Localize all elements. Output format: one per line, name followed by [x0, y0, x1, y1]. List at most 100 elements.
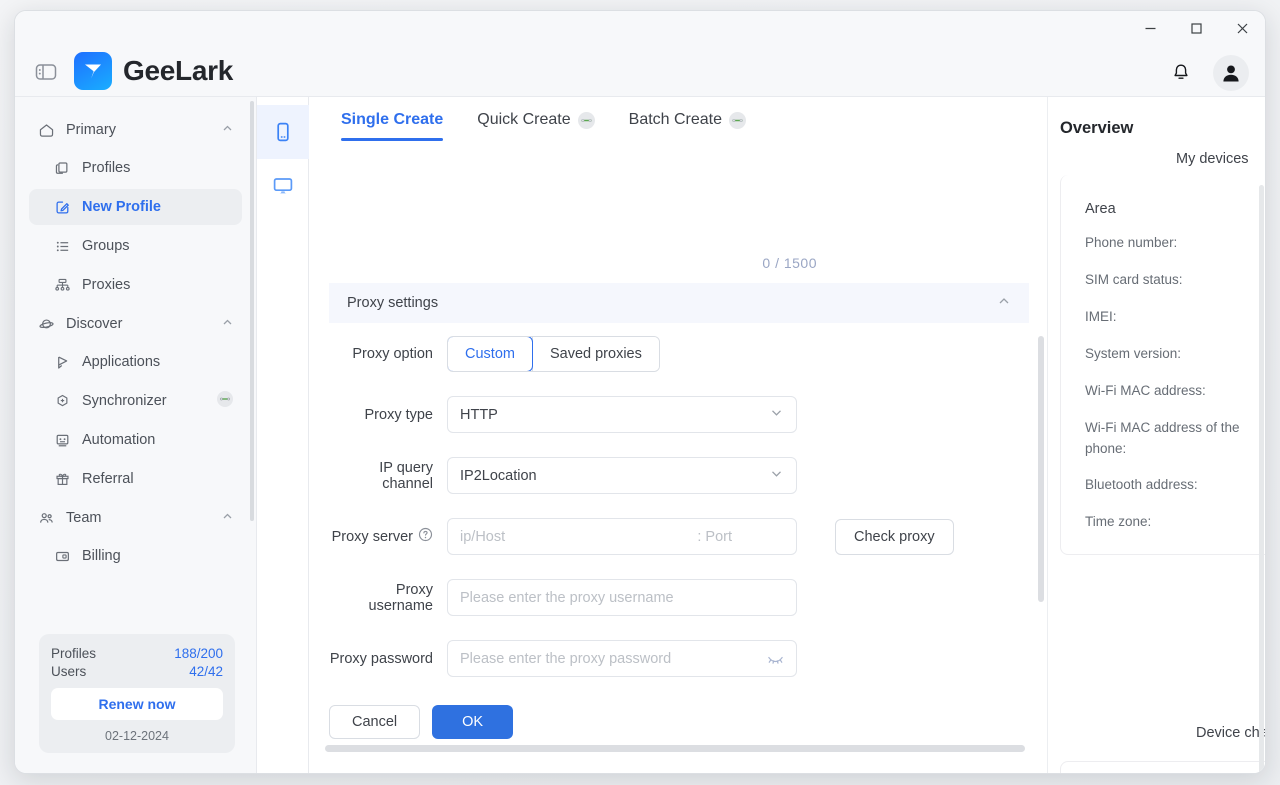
proxy-type-label: Proxy type: [364, 406, 434, 423]
form-row-proxy-username: Proxy username Please enter the proxy us…: [309, 567, 1047, 628]
section-title: Proxy settings: [347, 295, 439, 311]
overview-field-imei: IMEI:: [1085, 308, 1117, 324]
user-avatar-icon[interactable]: [1213, 55, 1249, 91]
proxy-settings-form: Proxy option Custom Saved proxies Proxy …: [309, 323, 1047, 750]
overview-field-time-zone: Time zone:: [1085, 514, 1152, 530]
overview-field-wifi-mac: Wi-Fi MAC address:: [1085, 382, 1206, 398]
apps-icon: [53, 353, 71, 371]
sidebar-group-primary[interactable]: Primary: [29, 113, 242, 147]
sidebar-item-applications[interactable]: Applications: [29, 344, 242, 380]
new-badge: [216, 390, 234, 412]
overview-field-system-version: System version:: [1085, 345, 1182, 361]
edit-square-icon: [53, 198, 71, 216]
tab-batch-create[interactable]: Batch Create: [629, 111, 747, 141]
close-icon[interactable]: [1219, 11, 1265, 45]
sidebar-item-automation[interactable]: Automation: [29, 422, 242, 458]
quota-users-value: 42/42: [189, 664, 223, 679]
device-charging-card: [1060, 761, 1265, 773]
phone-icon[interactable]: [257, 105, 309, 159]
sidebar-group-team[interactable]: Team: [29, 501, 242, 535]
quota-card: Profiles 188/200 Users 42/42 Renew now 0…: [39, 634, 235, 753]
quota-expiry-date: 02-12-2024: [105, 729, 169, 743]
tab-quick-create[interactable]: Quick Create: [477, 111, 595, 141]
team-icon: [37, 509, 55, 527]
sidebar-item-label: Automation: [82, 432, 156, 448]
title-bar: GeeLark: [15, 11, 1265, 97]
ip-query-channel-select[interactable]: IP2Location: [447, 457, 797, 494]
ok-button[interactable]: OK: [432, 705, 514, 739]
main-scrollbar[interactable]: [1038, 336, 1044, 602]
sidebar-item-profiles[interactable]: Profiles: [29, 150, 242, 186]
screen-root: GeeLark Primary Profiles New Profile Gro…: [0, 0, 1280, 785]
ip-query-channel-label: IP query channel: [379, 459, 433, 492]
proxy-server-port-placeholder: : Port: [697, 528, 732, 545]
sidebar-item-label: Profiles: [82, 160, 131, 176]
proxy-server-label: Proxy server: [329, 527, 447, 546]
tab-single-create[interactable]: Single Create: [341, 111, 444, 141]
question-circle-icon[interactable]: [418, 527, 433, 546]
sidebar-scrollbar[interactable]: [250, 101, 254, 521]
sidebar-item-proxies[interactable]: Proxies: [29, 267, 242, 303]
create-tabs: Single Create Quick Create Batch Create: [309, 97, 1047, 153]
geelark-logo-icon: [74, 52, 112, 90]
sync-icon: [53, 392, 71, 410]
section-header-proxy-settings[interactable]: Proxy settings: [329, 283, 1029, 323]
proxy-option-label: Proxy option: [352, 345, 433, 362]
bell-icon[interactable]: [1163, 55, 1199, 91]
sidebar-item-label: New Profile: [82, 199, 161, 215]
chevron-down-icon: [769, 466, 784, 485]
horizontal-scrollbar-thumb[interactable]: [325, 745, 1025, 752]
card-icon: [53, 547, 71, 565]
overview-scrollbar[interactable]: [1259, 185, 1264, 773]
proxy-password-input[interactable]: Please enter the proxy password: [447, 640, 797, 677]
proxy-server-label-text: Proxy server: [331, 528, 413, 545]
sidebar-item-new-profile[interactable]: New Profile: [29, 189, 242, 225]
renew-now-button[interactable]: Renew now: [51, 688, 223, 720]
overview-panel: Overview My devices Area Phone number: S…: [1047, 97, 1265, 773]
proxy-server-host-placeholder: ip/Host: [460, 528, 506, 545]
sidebar-nav: Primary Profiles New Profile Groups Prox…: [15, 97, 256, 615]
device-info-card: Area Phone number: SIM card status: IMEI…: [1060, 175, 1265, 555]
sidebar-item-groups[interactable]: Groups: [29, 228, 242, 264]
proxy-type-value: HTTP: [460, 406, 498, 423]
sidebar-group-label: Team: [66, 510, 102, 526]
proxy-option-saved[interactable]: Saved proxies: [531, 336, 659, 371]
sidebar-item-label: Proxies: [82, 277, 131, 293]
maximize-icon[interactable]: [1173, 11, 1219, 45]
proxy-server-input[interactable]: ip/Host : Port: [447, 518, 797, 555]
sidebar-item-synchronizer[interactable]: Synchronizer: [29, 383, 242, 419]
profiles-icon: [53, 159, 71, 177]
desktop-icon[interactable]: [257, 159, 309, 213]
window-controls: [1127, 11, 1265, 45]
overview-title: Overview: [1060, 119, 1134, 137]
proxy-option-segmented: Custom Saved proxies: [447, 335, 660, 372]
minimize-icon[interactable]: [1127, 11, 1173, 45]
proxy-type-select[interactable]: HTTP: [447, 396, 797, 433]
proxy-option-custom[interactable]: Custom: [447, 336, 533, 371]
form-row-ip-query-channel: IP query channel IP2Location: [309, 445, 1047, 506]
quota-profiles-value: 188/200: [174, 646, 223, 661]
panel-toggle-icon[interactable]: [33, 59, 59, 85]
check-proxy-button[interactable]: Check proxy: [835, 518, 954, 555]
my-devices-label: My devices: [1176, 151, 1249, 167]
proxy-username-input[interactable]: Please enter the proxy username: [447, 579, 797, 616]
overview-field-sim-card-status: SIM card status:: [1085, 271, 1183, 287]
overview-field-area: Area: [1085, 201, 1116, 217]
sidebar-item-referral[interactable]: Referral: [29, 461, 242, 497]
quota-row-profiles: Profiles 188/200: [51, 646, 223, 661]
sidebar-group-discover[interactable]: Discover: [29, 307, 242, 341]
main-content: Single Create Quick Create Batch Create …: [309, 97, 1047, 773]
new-badge: [729, 111, 747, 129]
cancel-button[interactable]: Cancel: [329, 705, 421, 739]
app-window: GeeLark Primary Profiles New Profile Gro…: [14, 10, 1266, 774]
form-row-proxy-option: Proxy option Custom Saved proxies: [309, 323, 1047, 384]
eye-off-icon[interactable]: [767, 651, 784, 666]
quota-users-label: Users: [51, 664, 87, 679]
proxy-username-label: Proxy username: [368, 581, 433, 614]
form-row-proxy-type: Proxy type HTTP: [309, 384, 1047, 445]
horizontal-scrollbar[interactable]: [309, 739, 1047, 761]
sidebar-item-billing[interactable]: Billing: [29, 538, 242, 574]
chevron-up-icon: [221, 316, 234, 333]
sidebar-item-label: Synchronizer: [82, 393, 167, 409]
quota-profiles-label: Profiles: [51, 646, 97, 661]
